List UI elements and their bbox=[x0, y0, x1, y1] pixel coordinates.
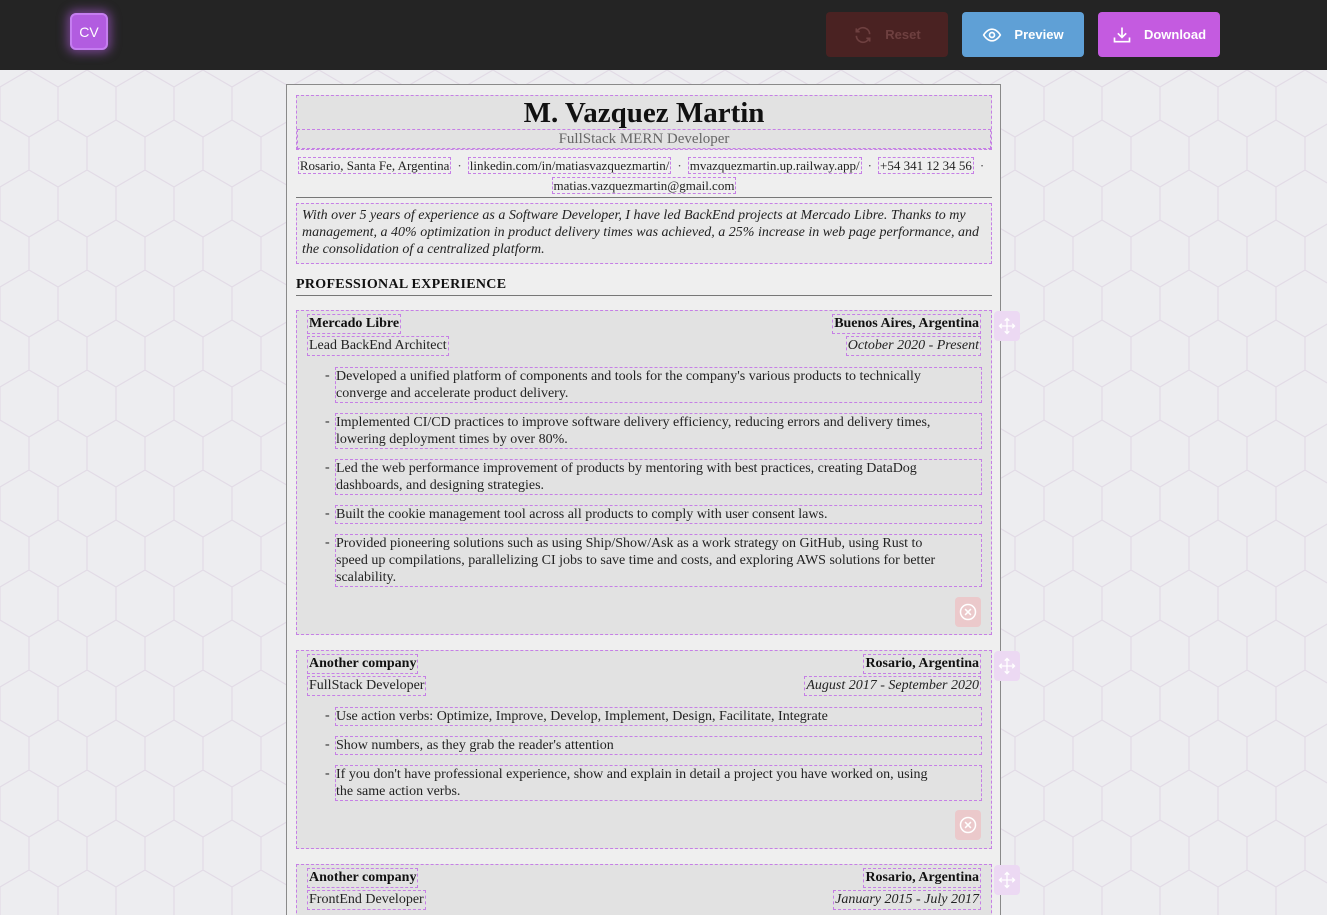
job-dates[interactable]: January 2015 - July 2017 bbox=[833, 890, 981, 910]
download-button[interactable]: Download bbox=[1098, 12, 1220, 57]
eye-icon bbox=[983, 27, 1002, 42]
close-circle-icon bbox=[959, 603, 977, 621]
contact-separator: · bbox=[979, 158, 985, 173]
job-location[interactable]: Rosario, Argentina bbox=[863, 654, 981, 674]
cv-logo[interactable]: CV bbox=[70, 13, 108, 50]
job-bullet[interactable]: - If you don't have professional experien… bbox=[325, 765, 982, 801]
job-bullet[interactable]: - Provided pioneering solutions such as u… bbox=[325, 534, 982, 587]
job-bullet[interactable]: - Show numbers, as they grab the reader's… bbox=[325, 736, 982, 755]
top-toolbar: CV Reset Preview Download bbox=[0, 0, 1327, 70]
job-bullet-text[interactable]: Led the web performance improvement of p… bbox=[335, 459, 982, 495]
job-dates[interactable]: October 2020 - Present bbox=[845, 336, 981, 356]
job-bullet[interactable]: - Developed a unified platform of compone… bbox=[325, 367, 982, 403]
contact-separator: · bbox=[867, 158, 872, 173]
contact-separator: · bbox=[457, 158, 462, 173]
refresh-icon bbox=[855, 26, 871, 43]
contact-location[interactable]: Rosario, Santa Fe, Argentina bbox=[297, 157, 452, 174]
drag-handle[interactable] bbox=[994, 311, 1020, 341]
preview-button-label: Preview bbox=[1014, 27, 1064, 42]
move-icon bbox=[998, 871, 1016, 889]
resume-summary[interactable]: With over 5 years of experience as a Sof… bbox=[296, 203, 992, 264]
contact-linkedin[interactable]: linkedin.com/in/matiasvazquezmartin/ bbox=[467, 157, 672, 174]
resume-role[interactable]: FullStack MERN Developer bbox=[297, 129, 991, 149]
move-icon bbox=[998, 317, 1016, 335]
resume-header[interactable]: M. Vazquez Martin FullStack MERN Develop… bbox=[296, 95, 992, 150]
resume-page: M. Vazquez Martin FullStack MERN Develop… bbox=[286, 84, 1020, 915]
job-bullet[interactable]: - Built the cookie management tool across… bbox=[325, 505, 982, 524]
job-bullet-text[interactable]: Built the cookie management tool across … bbox=[335, 505, 982, 524]
job-title[interactable]: FrontEnd Developer bbox=[307, 890, 426, 910]
reset-button[interactable]: Reset bbox=[826, 12, 948, 57]
drag-handle[interactable] bbox=[994, 865, 1020, 895]
experience-item[interactable]: Another company Rosario, Argentina Front… bbox=[296, 864, 1020, 915]
job-location[interactable]: Buenos Aires, Argentina bbox=[832, 314, 981, 334]
delete-job-button[interactable] bbox=[955, 810, 981, 840]
reset-button-label: Reset bbox=[885, 27, 921, 42]
close-circle-icon bbox=[959, 816, 977, 834]
contact-website[interactable]: mvazquezmartin.up.railway.app/ bbox=[687, 157, 862, 174]
job-title[interactable]: Lead BackEnd Architect bbox=[307, 336, 449, 356]
contact-separator: · bbox=[677, 158, 682, 173]
resume-name[interactable]: M. Vazquez Martin bbox=[297, 96, 991, 130]
header-divider bbox=[296, 197, 992, 198]
job-bullet-text[interactable]: Provided pioneering solutions such as us… bbox=[335, 534, 982, 587]
move-icon bbox=[998, 657, 1016, 675]
download-button-label: Download bbox=[1143, 27, 1207, 42]
job-bullet[interactable]: - Implemented CI/CD practices to improve … bbox=[325, 413, 982, 449]
job-title[interactable]: FullStack Developer bbox=[307, 676, 427, 696]
download-icon bbox=[1113, 27, 1131, 42]
section-divider bbox=[296, 295, 992, 296]
contact-email[interactable]: matias.vazquezmartin@gmail.com bbox=[551, 177, 737, 194]
experience-item[interactable]: Another company Rosario, Argentina FullS… bbox=[296, 650, 1020, 849]
drag-handle[interactable] bbox=[994, 651, 1020, 681]
job-bullet-text[interactable]: If you don't have professional experienc… bbox=[335, 765, 982, 801]
job-company[interactable]: Another company bbox=[307, 654, 419, 674]
job-bullet[interactable]: - Use action verbs: Optimize, Improve, De… bbox=[325, 707, 982, 726]
experience-item[interactable]: Mercado Libre Buenos Aires, Argentina Le… bbox=[296, 310, 1020, 635]
job-dates[interactable]: August 2017 - September 2020 bbox=[804, 676, 981, 696]
contact-phone[interactable]: +54 341 12 34 56 bbox=[878, 157, 974, 174]
job-bullet-text[interactable]: Developed a unified platform of componen… bbox=[335, 367, 982, 403]
job-bullet-text[interactable]: Show numbers, as they grab the reader's … bbox=[335, 736, 982, 755]
preview-button[interactable]: Preview bbox=[962, 12, 1084, 57]
delete-job-button[interactable] bbox=[955, 597, 981, 627]
job-bullet-text[interactable]: Use action verbs: Optimize, Improve, Dev… bbox=[335, 707, 982, 726]
job-location[interactable]: Rosario, Argentina bbox=[863, 868, 981, 888]
job-bullet[interactable]: - Led the web performance improvement of … bbox=[325, 459, 982, 495]
job-bullet-text[interactable]: Implemented CI/CD practices to improve s… bbox=[335, 413, 982, 449]
job-company[interactable]: Mercado Libre bbox=[307, 314, 402, 334]
section-title-experience[interactable]: PROFESSIONAL EXPERIENCE bbox=[296, 277, 506, 293]
contact-list: Rosario, Santa Fe, Argentina · linkedin.co… bbox=[296, 156, 992, 196]
job-company[interactable]: Another company bbox=[307, 868, 419, 888]
